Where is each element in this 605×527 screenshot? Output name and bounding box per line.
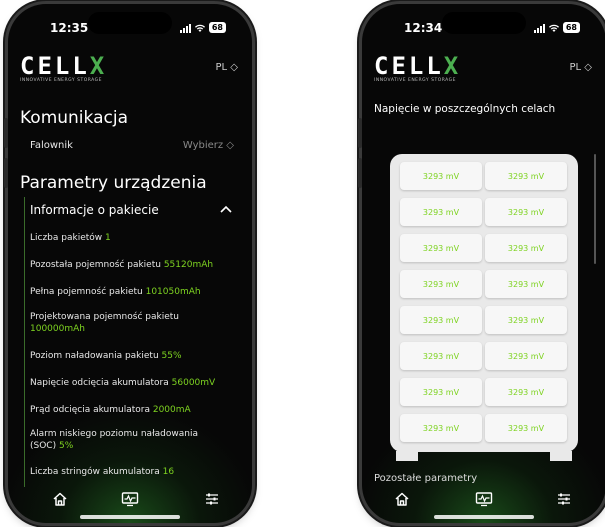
param-row: Poziom naładowania pakietu 55% <box>30 351 182 361</box>
device-parameters-title: Parametry urządzenia <box>20 173 207 193</box>
nav-home[interactable] <box>50 489 70 509</box>
cell-voltage-tile: 3293 mV <box>485 270 567 298</box>
scrollbar[interactable] <box>594 154 596 264</box>
app-header: CELLX INNOVATIVE ENERGY STORAGE PL ◇ <box>372 54 596 86</box>
communication-title: Komunikacja <box>20 108 128 128</box>
nav-monitor[interactable] <box>120 489 140 509</box>
cell-voltage-tile: 3293 mV <box>400 162 482 190</box>
cell-voltage-tile: 3293 mV <box>400 234 482 262</box>
param-row: Pozostała pojemność pakietu 55120mAh <box>30 260 214 270</box>
cell-voltage-tile: 3293 mV <box>400 414 482 442</box>
status-bar: 12:35 68 <box>8 21 252 39</box>
bottom-navigation <box>8 473 252 523</box>
cellx-logo: CELLX INNOVATIVE ENERGY STORAGE <box>374 54 461 83</box>
home-icon <box>53 492 67 506</box>
inverter-select[interactable]: Wybierz ◇ <box>164 140 234 152</box>
cellx-logo: CELLX INNOVATIVE ENERGY STORAGE <box>20 54 107 83</box>
language-selector[interactable]: PL ◇ <box>570 62 592 73</box>
logo-text: CELL <box>20 52 90 80</box>
logo-tagline: INNOVATIVE ENERGY STORAGE <box>374 78 457 83</box>
signal-icon <box>179 23 191 33</box>
battery-stack: 3293 mV 3293 mV 3293 mV 3293 mV 3293 mV 3293 … <box>390 154 578 461</box>
cell-voltage-tile: 3293 mV <box>485 342 567 370</box>
bottom-navigation <box>362 473 605 523</box>
cell-voltage-tile: 3293 mV <box>485 162 567 190</box>
home-indicator <box>80 515 180 519</box>
stack-foot <box>396 451 418 461</box>
settings-sliders-icon <box>558 493 570 505</box>
cell-voltage-tile: 3293 mV <box>485 234 567 262</box>
phone-left: 12:35 68 CELLX INNOVATIVE ENERGY STORAGE… <box>8 4 252 523</box>
settings-sliders-icon <box>206 493 218 505</box>
chevron-up-icon[interactable] <box>220 205 232 213</box>
side-button <box>4 158 8 188</box>
param-row: Napięcie odcięcia akumulatora 56000mV <box>30 378 216 388</box>
battery-indicator: 68 <box>562 22 580 33</box>
monitor-icon <box>121 492 139 507</box>
wifi-icon <box>194 24 205 32</box>
app-header: CELLX INNOVATIVE ENERGY STORAGE PL ◇ <box>18 54 242 86</box>
nav-settings[interactable] <box>202 489 222 509</box>
cell-voltage-tile: 3293 mV <box>485 378 567 406</box>
logo-accent: X <box>443 52 462 80</box>
param-row: Projektowana pojemność pakietu 100000mAh <box>30 312 179 334</box>
logo-accent: X <box>89 52 108 80</box>
cell-voltage-tile: 3293 mV <box>400 270 482 298</box>
status-bar: 12:34 68 <box>362 21 605 39</box>
pack-info-label: Informacje o pakiecie <box>30 203 159 217</box>
battery-indicator: 68 <box>208 22 226 33</box>
nav-settings[interactable] <box>554 489 574 509</box>
phone-right: 12:34 68 CELLX INNOVATIVE ENERGY STORAGE… <box>362 4 605 523</box>
status-time: 12:34 <box>404 21 443 35</box>
signal-icon <box>533 23 545 33</box>
nav-home[interactable] <box>392 489 412 509</box>
section-guide-line <box>24 197 25 487</box>
home-indicator <box>434 515 534 519</box>
cell-voltage-tile: 3293 mV <box>485 198 567 226</box>
param-row: Prąd odcięcia akumulatora 2000mA <box>30 405 191 415</box>
cell-voltage-tile: 3293 mV <box>400 378 482 406</box>
cell-voltage-tile: 3293 mV <box>400 306 482 334</box>
logo-text: CELL <box>374 52 444 80</box>
cell-voltage-tile: 3293 mV <box>485 306 567 334</box>
cell-voltage-title: Napięcie w poszczególnych celach <box>374 103 556 115</box>
logo-tagline: INNOVATIVE ENERGY STORAGE <box>20 78 103 83</box>
cell-voltage-tile: 3293 mV <box>400 198 482 226</box>
side-button <box>4 118 8 148</box>
status-time: 12:35 <box>50 21 89 35</box>
side-button <box>358 158 362 188</box>
cell-voltage-tile: 3293 mV <box>400 342 482 370</box>
monitor-icon <box>475 492 493 507</box>
language-selector[interactable]: PL ◇ <box>216 62 238 73</box>
home-icon <box>395 492 409 506</box>
side-button <box>358 118 362 148</box>
wifi-icon <box>548 24 559 32</box>
pack-info-header[interactable]: Informacje o pakiecie <box>30 203 234 217</box>
nav-monitor[interactable] <box>474 489 494 509</box>
stack-foot <box>550 451 572 461</box>
param-row: Alarm niskiego poziomu naładowania (SOC)… <box>30 429 198 451</box>
cell-voltage-tile: 3293 mV <box>485 414 567 442</box>
param-row: Liczba pakietów 1 <box>30 233 111 243</box>
param-row: Pełna pojemność pakietu 101050mAh <box>30 287 201 297</box>
